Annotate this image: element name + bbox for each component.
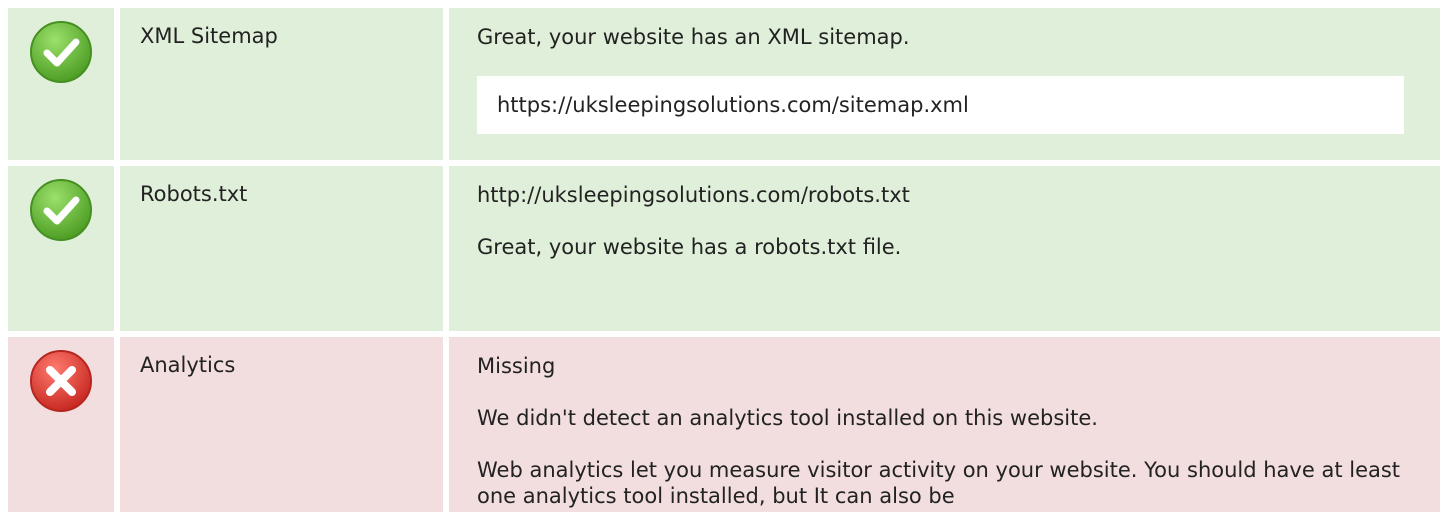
check-message: Great, your website has an XML sitemap.: [477, 25, 910, 49]
check-message: Great, your website has a robots.txt fil…: [477, 235, 902, 259]
check-label: Analytics: [140, 353, 236, 377]
status-cell: [8, 337, 114, 512]
check-label: XML Sitemap: [140, 24, 278, 48]
robots-url[interactable]: http://uksleepingsolutions.com/robots.tx…: [477, 182, 1404, 208]
check-message: We didn't detect an analytics tool insta…: [477, 406, 1098, 430]
check-label: Robots.txt: [140, 182, 248, 206]
check-row-robots-txt: Robots.txt http://uksleepingsolutions.co…: [8, 166, 1440, 331]
check-label-cell: XML Sitemap: [120, 8, 443, 160]
status-cell: [8, 166, 114, 331]
check-content-cell: http://uksleepingsolutions.com/robots.tx…: [449, 166, 1440, 331]
sitemap-url-box: https://uksleepingsolutions.com/sitemap.…: [477, 76, 1404, 134]
status-cell: [8, 8, 114, 160]
check-content-cell: Great, your website has an XML sitemap. …: [449, 8, 1440, 160]
check-label-cell: Analytics: [120, 337, 443, 512]
check-icon: [29, 178, 93, 331]
check-label-cell: Robots.txt: [120, 166, 443, 331]
cross-icon: [29, 349, 93, 512]
check-description: Web analytics let you measure visitor ac…: [477, 458, 1401, 508]
sitemap-url[interactable]: https://uksleepingsolutions.com/sitemap.…: [497, 93, 969, 117]
check-icon: [29, 20, 93, 160]
check-row-xml-sitemap: XML Sitemap Great, your website has an X…: [8, 8, 1440, 160]
seo-report: XML Sitemap Great, your website has an X…: [8, 8, 1440, 518]
check-content-cell: Missing We didn't detect an analytics to…: [449, 337, 1440, 512]
check-row-analytics: Analytics Missing We didn't detect an an…: [8, 337, 1440, 512]
check-value: Missing: [477, 354, 556, 378]
